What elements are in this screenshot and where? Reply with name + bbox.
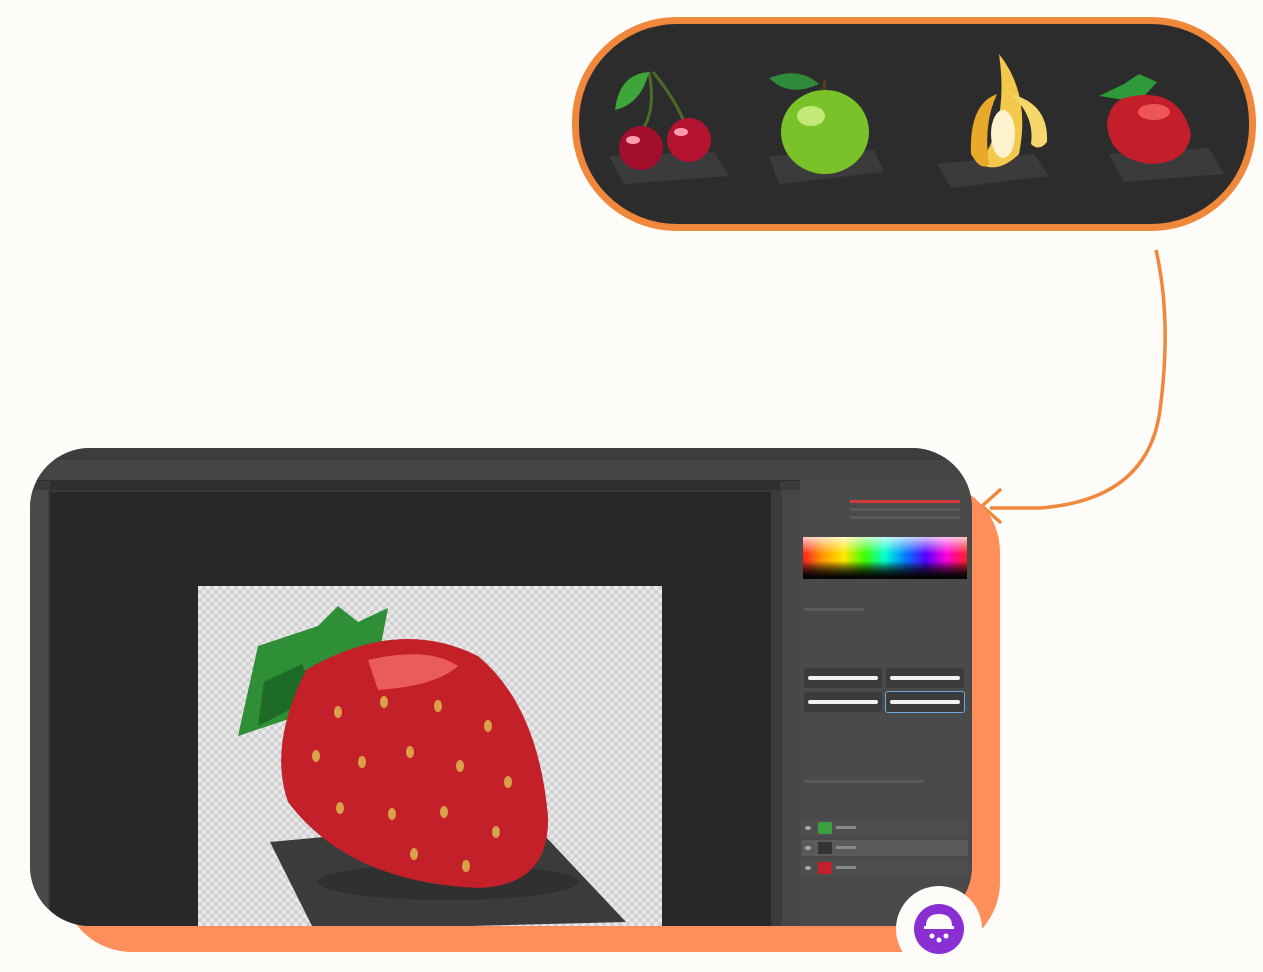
side-panels [800, 480, 972, 926]
vertical-scrollbar[interactable] [771, 492, 780, 926]
layers-options[interactable] [804, 780, 924, 783]
green-apple-icon [769, 73, 884, 184]
cherry-icon [609, 71, 729, 184]
color-slider[interactable] [850, 516, 960, 519]
brush-preset[interactable] [804, 692, 882, 712]
brush-size-field[interactable] [804, 608, 864, 611]
brush-preset[interactable] [885, 691, 965, 713]
color-slider[interactable] [850, 500, 960, 503]
color-spectrum-shade [803, 537, 967, 579]
canvas-area[interactable] [50, 492, 780, 926]
layer-row[interactable] [802, 820, 968, 836]
panel-icon-strip[interactable] [782, 490, 800, 926]
banana-icon [937, 54, 1049, 188]
color-slider[interactable] [850, 508, 960, 511]
brand-badge [896, 886, 982, 972]
layer-row[interactable] [802, 860, 968, 876]
eye-icon[interactable] [805, 846, 811, 850]
document-canvas[interactable] [198, 586, 662, 926]
layer-row[interactable] [802, 840, 968, 856]
strawberry-icon [1099, 74, 1224, 182]
tools-panel[interactable] [30, 490, 48, 926]
brush-preset[interactable] [804, 668, 882, 688]
eye-icon[interactable] [805, 866, 811, 870]
strawberry-artwork [238, 606, 626, 926]
menu-bar[interactable] [30, 448, 972, 460]
document-tabs[interactable] [50, 480, 780, 490]
photoshop-window [30, 448, 972, 926]
purple-planet-logo [914, 904, 964, 954]
fruit-showcase-strip [572, 17, 1256, 231]
brush-preset[interactable] [886, 668, 964, 688]
fruit-illustrations [609, 54, 1224, 188]
options-bar[interactable] [30, 460, 972, 481]
eye-icon[interactable] [805, 826, 811, 830]
